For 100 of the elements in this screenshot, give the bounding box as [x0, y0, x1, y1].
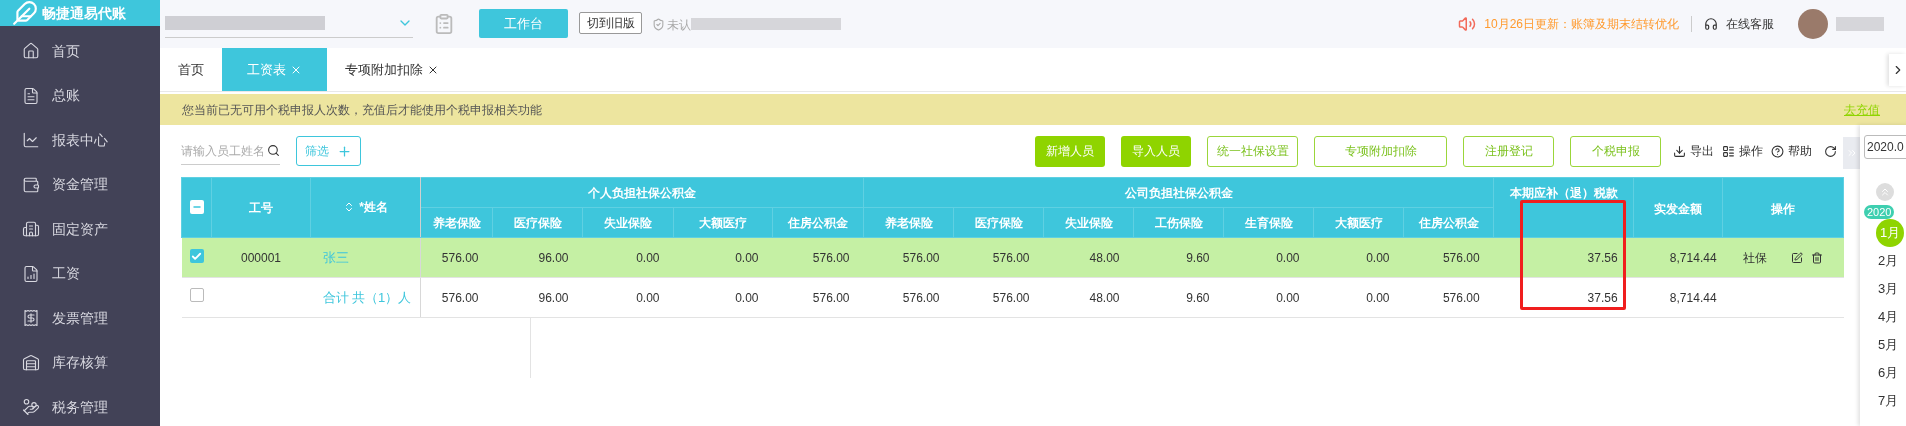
table-cell: 96.00 — [538, 250, 569, 265]
building-icon — [22, 220, 40, 239]
sidebar-item[interactable]: 固定资产 — [0, 207, 160, 252]
table-cell: 0.00 — [1276, 290, 1300, 305]
table-cell: 96.00 — [538, 290, 569, 305]
help-icon — [1771, 144, 1784, 158]
month-item[interactable]: 6月 — [1878, 359, 1899, 387]
checkbox[interactable] — [189, 249, 204, 263]
header-cell: 大额医疗 — [1313, 207, 1404, 238]
sidebar-item[interactable]: 资金管理 — [0, 162, 160, 207]
panel-collapse-button[interactable] — [1843, 137, 1860, 169]
header-cell: 失业保险 — [1043, 207, 1134, 238]
table-cell: 576.00 — [1442, 290, 1480, 305]
report-icon — [22, 264, 40, 283]
table-cell: 0.00 — [1366, 250, 1390, 265]
header-cell: 实发金额 — [1633, 177, 1723, 238]
shield-icon — [652, 18, 665, 31]
header-cell: 公司负担社保公积金 — [863, 177, 1494, 208]
certification-status: 未认 — [667, 17, 691, 34]
support-link[interactable]: 在线客服 — [1726, 15, 1774, 33]
avatar[interactable] — [1798, 9, 1828, 39]
header-cell: 养老保险 — [863, 207, 954, 238]
table-cell: 37.56 — [1587, 290, 1618, 305]
blurred-user-name — [1836, 17, 1884, 31]
feather-logo-icon — [12, 0, 38, 26]
header-cell: 生育保险 — [1223, 207, 1314, 238]
table-cell: 48.00 — [1089, 290, 1120, 305]
table-cell: 0.00 — [636, 250, 660, 265]
table-cell: 000001 — [240, 250, 281, 265]
table-cell: 37.56 — [1587, 250, 1618, 265]
house-icon — [22, 42, 40, 61]
toolbar-action[interactable]: 操作 — [1722, 142, 1763, 160]
download-icon — [1673, 144, 1686, 158]
tab[interactable]: 专项附加扣除 — [327, 48, 457, 91]
toolbar-action[interactable]: 导出 — [1673, 142, 1714, 160]
table-cell: 576.00 — [441, 290, 479, 305]
warehouse-icon — [22, 353, 40, 372]
table-cell: 48.00 — [1089, 250, 1120, 265]
header-cell: 医疗保险 — [492, 207, 583, 238]
header-cell: 养老保险 — [420, 207, 493, 238]
header-cell: 操作 — [1722, 177, 1844, 238]
headset-icon — [1704, 17, 1718, 31]
table-row[interactable]: 000001 张三 576.00 96.00 0.00 0.00 576.00 576.00 576.00 48.00 9.60 0.00 0.00 576.00 37.56 8,714.44 社保 — [181, 237, 1844, 278]
header-cell: 失业保险 — [582, 207, 674, 238]
sidebar-item[interactable]: 报表中心 — [0, 118, 160, 163]
header-cell: 个人负担社保公积金 — [420, 177, 864, 208]
header-cell: 本期应补（退）税款 — [1493, 177, 1634, 238]
header-cell: 工号 — [211, 177, 311, 238]
social-security-link[interactable]: 社保 — [1743, 248, 1768, 267]
sidebar-item[interactable]: 库存核算 — [0, 340, 160, 385]
search-icon[interactable] — [267, 144, 280, 157]
month-item[interactable]: 5月 — [1878, 331, 1899, 359]
table-cell: 0.00 — [735, 250, 759, 265]
checkbox[interactable] — [189, 199, 204, 214]
speaker-icon — [1458, 15, 1477, 33]
app-name: 畅捷通易代账 — [42, 3, 126, 23]
sidebar-item[interactable]: 发票管理 — [0, 296, 160, 341]
plus-icon — [337, 143, 352, 159]
checkbox[interactable] — [189, 288, 204, 302]
table-cell: 576.00 — [902, 290, 940, 305]
table-row[interactable]: 合计 共（1）人 576.00 96.00 0.00 0.00 576.00 576.00 576.00 48.00 9.60 0.00 0.00 576.00 37.56 8,714.44 — [181, 277, 1844, 318]
scroll-up-button[interactable] — [1876, 183, 1894, 201]
table-cell: 9.60 — [1186, 250, 1210, 265]
date-field[interactable]: 2020.0 — [1864, 135, 1906, 159]
table-cell: 576.00 — [812, 290, 850, 305]
sidebar-item[interactable]: 总账 — [0, 73, 160, 118]
tab-scroll-button[interactable] — [1889, 54, 1906, 86]
table-cell: 8,714.44 — [1669, 250, 1717, 265]
month-item[interactable]: 7月 — [1878, 387, 1899, 415]
table-cell: 576.00 — [812, 250, 850, 265]
sidebar-item[interactable]: 首页 — [0, 29, 160, 74]
table-cell: 576.00 — [992, 250, 1030, 265]
switch-version-button[interactable]: 切到旧版 — [579, 12, 642, 34]
toolbar-action[interactable]: 帮助 — [1771, 142, 1812, 160]
search-field[interactable]: 请输入员工姓名 — [181, 137, 280, 165]
table-cell: 576.00 — [1442, 250, 1480, 265]
table-cell: 9.60 — [1186, 290, 1210, 305]
month-item[interactable]: 4月 — [1878, 303, 1899, 331]
notice-text: 您当前已无可用个税申报人次数，充值后才能使用个税申报相关功能 — [182, 101, 542, 119]
table-cell: 576.00 — [441, 250, 479, 265]
month-item[interactable]: 3月 — [1878, 275, 1899, 303]
sidebar-item[interactable]: 税务管理 — [0, 385, 160, 426]
table-cell: 576.00 — [902, 250, 940, 265]
sidebar-item[interactable]: 工资 — [0, 251, 160, 296]
table-cell: 576.00 — [992, 290, 1030, 305]
double-chevron-up-icon — [1879, 186, 1891, 198]
header-cell: 工伤保险 — [1133, 207, 1224, 238]
year-badge: 2020 — [1864, 205, 1895, 219]
refresh-icon[interactable] — [1824, 144, 1837, 158]
header-cell: 医疗保险 — [953, 207, 1044, 238]
tab[interactable]: 首页 — [160, 48, 222, 91]
clipboard-icon[interactable] — [433, 13, 455, 35]
month-item[interactable]: 2月 — [1878, 247, 1899, 275]
list-icon — [1722, 144, 1735, 158]
table-cell: 0.00 — [1276, 250, 1300, 265]
double-chevron-right-icon — [1845, 147, 1858, 159]
header-cell: 住房公积金 — [772, 207, 864, 238]
trash-icon[interactable] — [1811, 251, 1824, 264]
edit-icon[interactable] — [1791, 251, 1804, 264]
header-cell: 大额医疗 — [673, 207, 773, 238]
